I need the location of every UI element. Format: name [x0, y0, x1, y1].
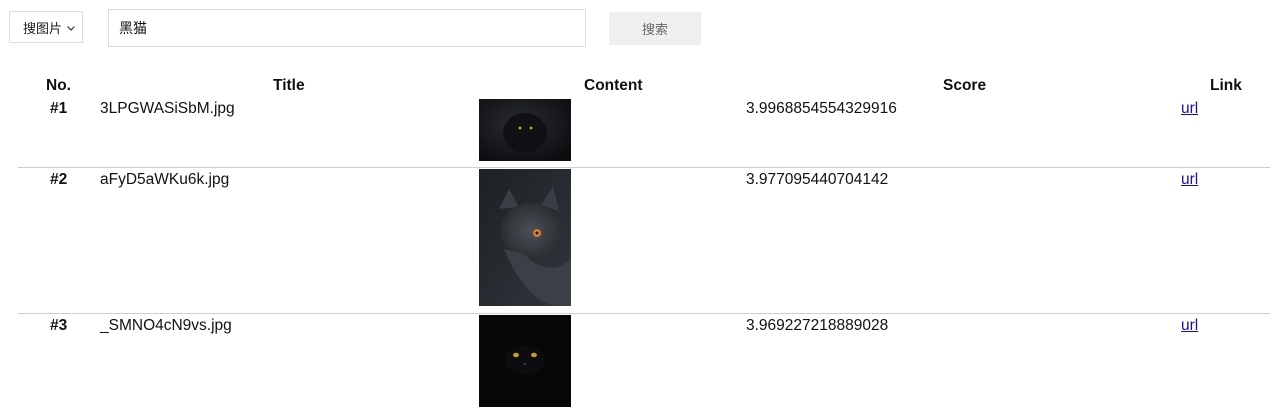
header-score: Score [943, 77, 987, 94]
results-table: No. Title Content Score Link #1 3LPGWASi… [18, 76, 1270, 411]
result-thumbnail[interactable] [479, 99, 571, 161]
header-link: Link [1210, 77, 1242, 94]
search-input[interactable] [108, 9, 586, 47]
search-mode-label: 搜图片 [23, 20, 63, 36]
header-title: Title [273, 77, 305, 94]
row-link[interactable]: url [1181, 317, 1198, 335]
row-number: #1 [50, 100, 68, 117]
row-title: aFyD5aWKu6k.jpg [100, 171, 230, 188]
row-link[interactable]: url [1181, 100, 1198, 118]
row-score: 3.969227218889028 [746, 317, 889, 334]
header-no: No. [46, 77, 71, 94]
search-mode-select[interactable]: 搜图片 [9, 11, 83, 43]
chevron-down-icon [66, 21, 76, 31]
table-header: No. Title Content Score Link [18, 76, 1270, 98]
result-thumbnail[interactable] [479, 315, 571, 407]
table-row: #1 3LPGWASiSbM.jpg 3.9968854554329916 ur… [18, 98, 1270, 167]
result-thumbnail[interactable] [479, 169, 571, 306]
row-score: 3.9968854554329916 [746, 100, 897, 117]
header-content: Content [584, 77, 643, 94]
row-score: 3.977095440704142 [746, 171, 889, 188]
row-number: #2 [50, 171, 68, 188]
table-row: #3 _SMNO4cN9vs.jpg 3.969227218889028 url [18, 313, 1270, 411]
row-title: 3LPGWASiSbM.jpg [100, 100, 235, 117]
row-number: #3 [50, 317, 68, 334]
search-button[interactable]: 搜索 [609, 12, 701, 45]
row-title: _SMNO4cN9vs.jpg [100, 317, 232, 334]
row-link[interactable]: url [1181, 171, 1198, 189]
table-row: #2 aFyD5aWKu6k.jpg 3.977095440704142 url [18, 167, 1270, 313]
